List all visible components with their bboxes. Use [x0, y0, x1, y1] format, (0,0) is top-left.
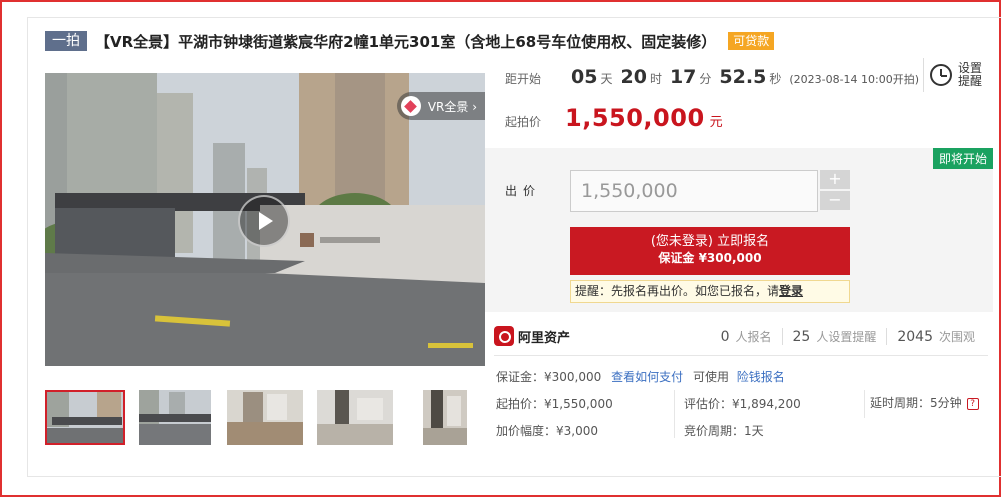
increase-bid-button[interactable]: + — [820, 170, 850, 189]
usable-label: 可使用 — [692, 370, 729, 384]
countdown-hours-unit: 时 — [649, 72, 662, 86]
view-count-value: 2045 — [897, 328, 933, 345]
countdown-label: 距开始 — [505, 72, 542, 86]
starting-price-label: 起拍价 — [505, 115, 542, 129]
platform-stats-row: 阿里资产 0 人报名 25 人设置提醒 2045 次围观 — [494, 324, 990, 348]
delay-cycle-text: 延时周期：5分钟 — [870, 396, 962, 410]
how-to-pay-link[interactable]: 查看如何支付 — [611, 370, 683, 384]
auction-start-time: (2023-08-14 10:00开拍) — [789, 73, 920, 86]
auction-round-tag: 一拍 — [45, 31, 87, 51]
ali-assets-icon — [494, 326, 514, 346]
loan-badge[interactable]: 可贷款 — [728, 32, 775, 50]
countdown: 距开始 05 天 20 时 17 分 52.5 秒 (2023-08-14 10… — [505, 66, 919, 94]
status-badge: 即将开始 — [932, 148, 993, 169]
view-count-label: 次围观 — [938, 329, 975, 344]
signup-count-value: 0 — [720, 328, 730, 345]
vr-label: VR全景 › — [427, 99, 477, 114]
starting-price-value: 1,550,000 — [565, 104, 705, 132]
reminder-count-value: 25 — [792, 328, 811, 345]
increment-detail: 加价幅度：¥3,000 — [496, 424, 598, 438]
thumbnail-1[interactable] — [45, 390, 125, 445]
main-photo[interactable]: VR全景 › — [45, 73, 485, 366]
bid-panel: 即将开始 出价 1,550,000 + − (您未登录) 立即报名 保证金 ¥3… — [485, 148, 993, 312]
ali-assets-logo[interactable]: 阿里资产 — [494, 326, 570, 346]
reminder-count: 25 人设置提醒 — [781, 327, 887, 345]
delay-cycle-detail: 延时周期：5分钟? — [870, 394, 979, 411]
countdown-days-unit: 天 — [600, 72, 613, 86]
stats-divider — [494, 355, 988, 356]
help-icon[interactable]: ? — [966, 397, 979, 410]
play-video-button[interactable] — [238, 195, 290, 247]
signup-count: 0 人报名 — [711, 328, 782, 345]
login-tip-text: 提醒：先报名再出价。如您已报名，请 — [575, 284, 780, 298]
insurance-signup-link[interactable]: 险钱报名 — [737, 370, 785, 384]
deposit-text: 保证金：¥300,000 — [496, 370, 602, 384]
remind-divider — [923, 58, 924, 92]
decrease-bid-button[interactable]: − — [820, 191, 850, 210]
vr-panorama-button[interactable]: VR全景 › — [396, 92, 485, 120]
ali-assets-logo-text: 阿里资产 — [518, 330, 571, 346]
bid-cycle-detail: 竞价周期：1天 — [684, 424, 764, 438]
start-price-detail: 起拍价：¥1,550,000 — [496, 397, 613, 411]
set-reminder-label: 设置提醒 — [958, 61, 983, 88]
countdown-seconds-unit: 秒 — [769, 72, 782, 86]
signup-deposit-label: 保证金 ¥300,000 — [658, 251, 762, 265]
login-link[interactable]: 登录 — [779, 284, 803, 298]
deposit-row: 保证金：¥300,000 查看如何支付 可使用 险钱报名 — [496, 368, 785, 385]
signup-count-label: 人报名 — [735, 329, 772, 344]
play-icon — [259, 212, 273, 230]
details-divider-1 — [674, 390, 675, 438]
starting-price-unit: 元 — [709, 115, 723, 130]
countdown-minutes-unit: 分 — [699, 72, 712, 86]
alarm-clock-icon — [930, 64, 952, 86]
thumbnail-5[interactable] — [423, 390, 467, 445]
details-divider-2 — [864, 390, 865, 418]
countdown-days: 05 — [571, 66, 598, 88]
page-title[interactable]: 【VR全景】平湖市钟埭街道紫宸华府2幢1单元301室（含地上68号车位使用权、固… — [95, 31, 716, 52]
countdown-seconds: 52.5 — [719, 66, 767, 88]
bid-amount-input[interactable]: 1,550,000 — [570, 170, 818, 212]
view-count: 2045 次围观 — [886, 327, 985, 345]
appraisal-detail: 评估价：¥1,894,200 — [684, 397, 801, 411]
reminder-count-label: 人设置提醒 — [816, 329, 877, 344]
signup-button-label: (您未登录) 立即报名 — [650, 234, 770, 249]
thumbnail-3[interactable] — [227, 390, 303, 445]
countdown-minutes: 17 — [669, 66, 697, 88]
thumbnail-4[interactable] — [317, 390, 393, 445]
set-reminder-button[interactable]: 设置提醒 — [930, 58, 990, 92]
thumbnail-2[interactable] — [139, 390, 211, 445]
login-tip: 提醒：先报名再出价。如您已报名，请登录 — [570, 280, 850, 303]
title-row: 一拍 【VR全景】平湖市钟埭街道紫宸华府2幢1单元301室（含地上68号车位使用… — [45, 30, 775, 52]
vr-icon — [400, 96, 421, 116]
starting-price-row: 起拍价 1,550,000 元 — [505, 104, 723, 132]
signup-button[interactable]: (您未登录) 立即报名 保证金 ¥300,000 — [570, 227, 850, 275]
bid-label: 出价 — [505, 184, 542, 198]
countdown-hours: 20 — [620, 66, 647, 88]
auction-stats: 0 人报名 25 人设置提醒 2045 次围观 — [711, 327, 985, 345]
